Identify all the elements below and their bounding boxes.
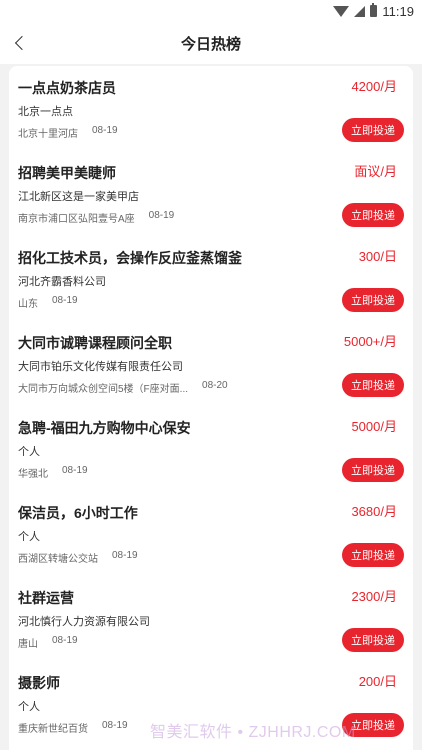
job-location: 大同市万向城众创空间5楼（F座对面... <box>18 384 189 395</box>
apply-button[interactable]: 立即投递 <box>342 118 404 142</box>
apply-button[interactable]: 立即投递 <box>342 203 404 227</box>
apply-button[interactable]: 立即投递 <box>342 628 404 652</box>
job-salary: 4200/月 <box>351 79 397 94</box>
job-meta: 北京十里河店 08-19 <box>18 125 118 140</box>
top-bar: 今日热榜 <box>0 22 422 64</box>
back-button[interactable] <box>6 29 34 57</box>
job-company: 河北齐霸香料公司 <box>18 276 106 288</box>
job-salary: 300/日 <box>358 249 397 264</box>
page-title: 今日热榜 <box>180 35 241 53</box>
job-date: 08-19 <box>148 210 175 221</box>
job-location: 南京市浦口区弘阳壹号A座 <box>18 214 135 225</box>
apply-button[interactable]: 立即投递 <box>342 373 404 397</box>
status-bar: 11:19 <box>0 0 422 22</box>
job-company: 个人 <box>18 446 40 458</box>
job-title: 招聘美甲美睫师 <box>18 165 116 181</box>
job-card[interactable]: 急聘-福田九方购物中心保安 5000/月 个人 华强北 08-19 立即投递 <box>9 406 413 491</box>
job-date: 08-19 <box>62 465 88 476</box>
job-date: 08-19 <box>102 720 128 731</box>
apply-button[interactable]: 立即投递 <box>342 713 404 737</box>
apply-button[interactable]: 立即投递 <box>342 288 404 312</box>
job-company: 个人 <box>18 701 40 713</box>
job-salary: 3680/月 <box>351 504 397 519</box>
job-location: 山东 <box>18 299 38 310</box>
job-company: 江北新区这是一家美甲店 <box>18 191 139 203</box>
job-meta: 西湖区转塘公交站 08-19 <box>18 550 138 565</box>
apply-button[interactable]: 立即投递 <box>342 458 404 482</box>
battery-icon <box>370 3 378 17</box>
job-location: 西湖区转塘公交站 <box>18 554 98 565</box>
job-title: 保洁员，6小时工作 <box>18 505 138 521</box>
status-time: 11:19 <box>382 3 414 19</box>
job-card[interactable]: 大同市诚聘课程顾问全职 5000+/月 大同市铂乐文化传媒有限责任公司 大同市万… <box>9 321 413 406</box>
job-company: 大同市铂乐文化传媒有限责任公司 <box>18 361 183 373</box>
wifi-icon <box>333 5 350 17</box>
job-title: 急聘-福田九方购物中心保安 <box>18 420 191 436</box>
job-title: 社群运营 <box>18 590 74 606</box>
job-title: 一点点奶茶店员 <box>18 80 116 96</box>
job-card[interactable]: 一点点奶茶店员 4200/月 北京一点点 北京十里河店 08-19 立即投递 <box>9 66 413 151</box>
job-salary: 5000/月 <box>351 419 397 434</box>
job-meta: 山东 08-19 <box>18 295 78 310</box>
job-card[interactable]: 摄影师 200/日 个人 重庆新世纪百货 08-19 立即投递 <box>9 661 413 746</box>
job-salary: 面议/月 <box>354 164 397 179</box>
job-meta: 华强北 08-19 <box>18 465 88 480</box>
job-company: 河北慎行人力资源有限公司 <box>18 616 150 628</box>
job-title: 招化工技术员，会操作反应釜蒸馏釜 <box>18 250 242 266</box>
job-card[interactable]: 招化工技术员，会操作反应釜蒸馏釜 300/日 河北齐霸香料公司 山东 08-19… <box>9 236 413 321</box>
job-location: 华强北 <box>18 469 48 480</box>
job-location: 唐山 <box>18 639 38 650</box>
job-meta: 南京市浦口区弘阳壹号A座 08-19 <box>18 210 174 225</box>
job-salary: 2300/月 <box>351 589 397 604</box>
job-list[interactable]: 一点点奶茶店员 4200/月 北京一点点 北京十里河店 08-19 立即投递 招… <box>9 66 413 750</box>
job-meta: 大同市万向城众创空间5楼（F座对面... 08-20 <box>18 380 228 395</box>
apply-button[interactable]: 立即投递 <box>342 543 404 567</box>
job-company: 北京一点点 <box>18 106 73 118</box>
job-meta: 重庆新世纪百货 08-19 <box>18 720 128 735</box>
job-meta: 唐山 08-19 <box>18 635 78 650</box>
job-date: 08-19 <box>52 295 78 306</box>
job-location: 重庆新世纪百货 <box>18 724 88 735</box>
job-date: 08-19 <box>112 550 138 561</box>
job-title: 大同市诚聘课程顾问全职 <box>18 335 172 351</box>
job-card[interactable]: 保洁员，6小时工作 3680/月 个人 西湖区转塘公交站 08-19 立即投递 <box>9 491 413 576</box>
job-card[interactable]: 社群运营 2300/月 河北慎行人力资源有限公司 唐山 08-19 立即投递 <box>9 576 413 661</box>
job-date: 08-20 <box>202 380 228 391</box>
job-title: 摄影师 <box>18 675 60 691</box>
job-location: 北京十里河店 <box>18 129 78 140</box>
job-company: 个人 <box>18 531 40 543</box>
job-salary: 200/日 <box>358 674 397 689</box>
job-salary: 5000+/月 <box>343 334 397 349</box>
job-date: 08-19 <box>52 635 78 646</box>
signal-icon <box>354 5 366 17</box>
job-date: 08-19 <box>92 125 118 136</box>
chevron-left-icon <box>14 35 30 51</box>
job-card[interactable]: 招聘美甲美睫师 面议/月 江北新区这是一家美甲店 南京市浦口区弘阳壹号A座 08… <box>9 151 413 236</box>
